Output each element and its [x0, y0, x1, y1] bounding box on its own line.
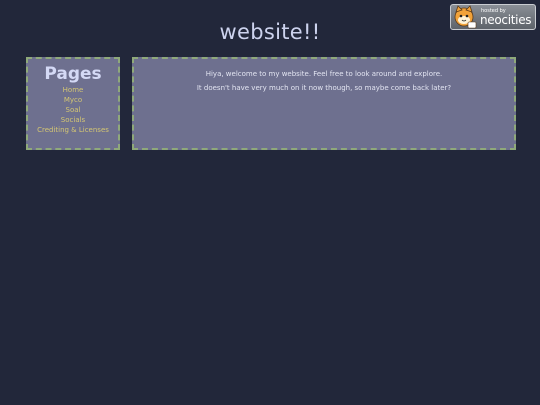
main-panel: Hiya, welcome to my website. Feel free t…: [132, 57, 516, 150]
sidebar: Pages Home Myco Soal Socials Crediting &…: [26, 57, 120, 150]
page: website!! hosted by neocities Pages Home…: [0, 0, 540, 405]
sidebar-link-soal[interactable]: Soal: [28, 105, 118, 115]
sidebar-link-myco[interactable]: Myco: [28, 95, 118, 105]
neocities-badge[interactable]: hosted by neocities: [450, 4, 536, 30]
sidebar-link-home[interactable]: Home: [28, 85, 118, 95]
sidebar-heading: Pages: [44, 64, 102, 84]
badge-brand-text: neocities: [480, 12, 532, 27]
sidebar-link-socials[interactable]: Socials: [28, 115, 118, 125]
neocities-cat-icon: [454, 5, 477, 29]
welcome-text: Hiya, welcome to my website. Feel free t…: [205, 70, 443, 78]
sidebar-link-crediting[interactable]: Crediting & Licenses: [28, 127, 118, 134]
notice-text: It doesn't have very much on it now thou…: [196, 84, 452, 92]
